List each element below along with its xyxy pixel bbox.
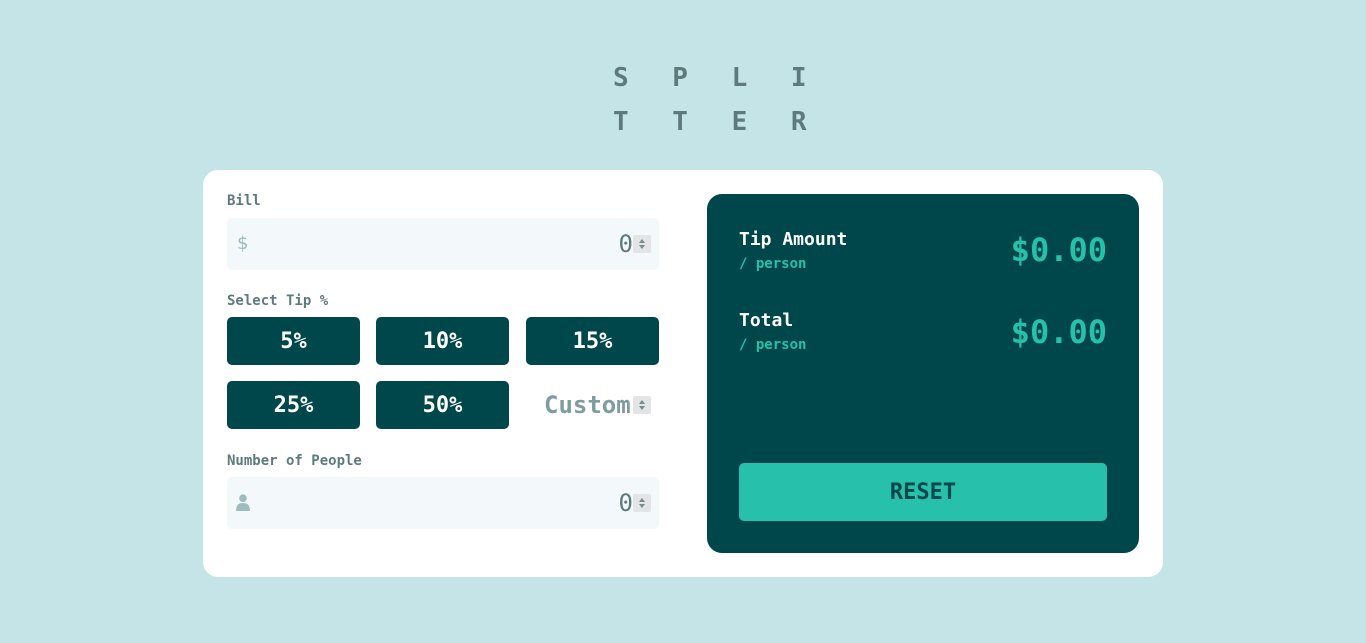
total-label: Total	[739, 310, 794, 331]
tip-button-25[interactable]: 25%	[227, 381, 360, 429]
chevron-down-icon[interactable]	[639, 504, 645, 508]
total-per-person: / person	[739, 337, 807, 353]
bill-spinner[interactable]	[633, 235, 651, 253]
bill-value[interactable]: 0	[619, 230, 633, 258]
tip-amount-per-person: / person	[739, 256, 807, 272]
people-input[interactable]: 0	[227, 477, 659, 529]
tip-amount-label: Tip Amount	[739, 229, 848, 250]
app-logo: S P L I T T E R	[613, 56, 821, 144]
bill-input[interactable]: $ 0	[227, 218, 659, 270]
people-value[interactable]: 0	[619, 489, 633, 517]
chevron-down-icon[interactable]	[639, 406, 645, 410]
tip-button-10[interactable]: 10%	[376, 317, 509, 365]
dollar-icon: $	[237, 233, 249, 254]
custom-tip-placeholder: Custom	[544, 391, 631, 419]
custom-tip-spinner[interactable]	[633, 396, 651, 414]
select-tip-label: Select Tip %	[227, 293, 329, 309]
people-spinner[interactable]	[633, 494, 651, 512]
chevron-up-icon[interactable]	[639, 498, 645, 502]
chevron-down-icon[interactable]	[639, 245, 645, 249]
custom-tip-input[interactable]: Custom	[526, 381, 659, 429]
calculator-card: Bill $ 0 Select Tip % 5% 10% 15% 25% 50%…	[203, 170, 1163, 577]
person-icon	[236, 494, 250, 511]
logo-line-1: S P L I	[613, 63, 821, 93]
reset-button[interactable]: RESET	[739, 463, 1107, 521]
logo-line-2: T T E R	[613, 107, 821, 137]
tip-button-50[interactable]: 50%	[376, 381, 509, 429]
tip-button-5[interactable]: 5%	[227, 317, 360, 365]
results-panel: Tip Amount / person $0.00 Total / person…	[707, 194, 1139, 553]
tip-button-15[interactable]: 15%	[526, 317, 659, 365]
chevron-up-icon[interactable]	[639, 400, 645, 404]
tip-amount-value: $0.00	[1010, 231, 1107, 269]
chevron-up-icon[interactable]	[639, 239, 645, 243]
number-of-people-label: Number of People	[227, 453, 362, 469]
bill-label: Bill	[227, 193, 261, 209]
total-value: $0.00	[1010, 313, 1107, 351]
